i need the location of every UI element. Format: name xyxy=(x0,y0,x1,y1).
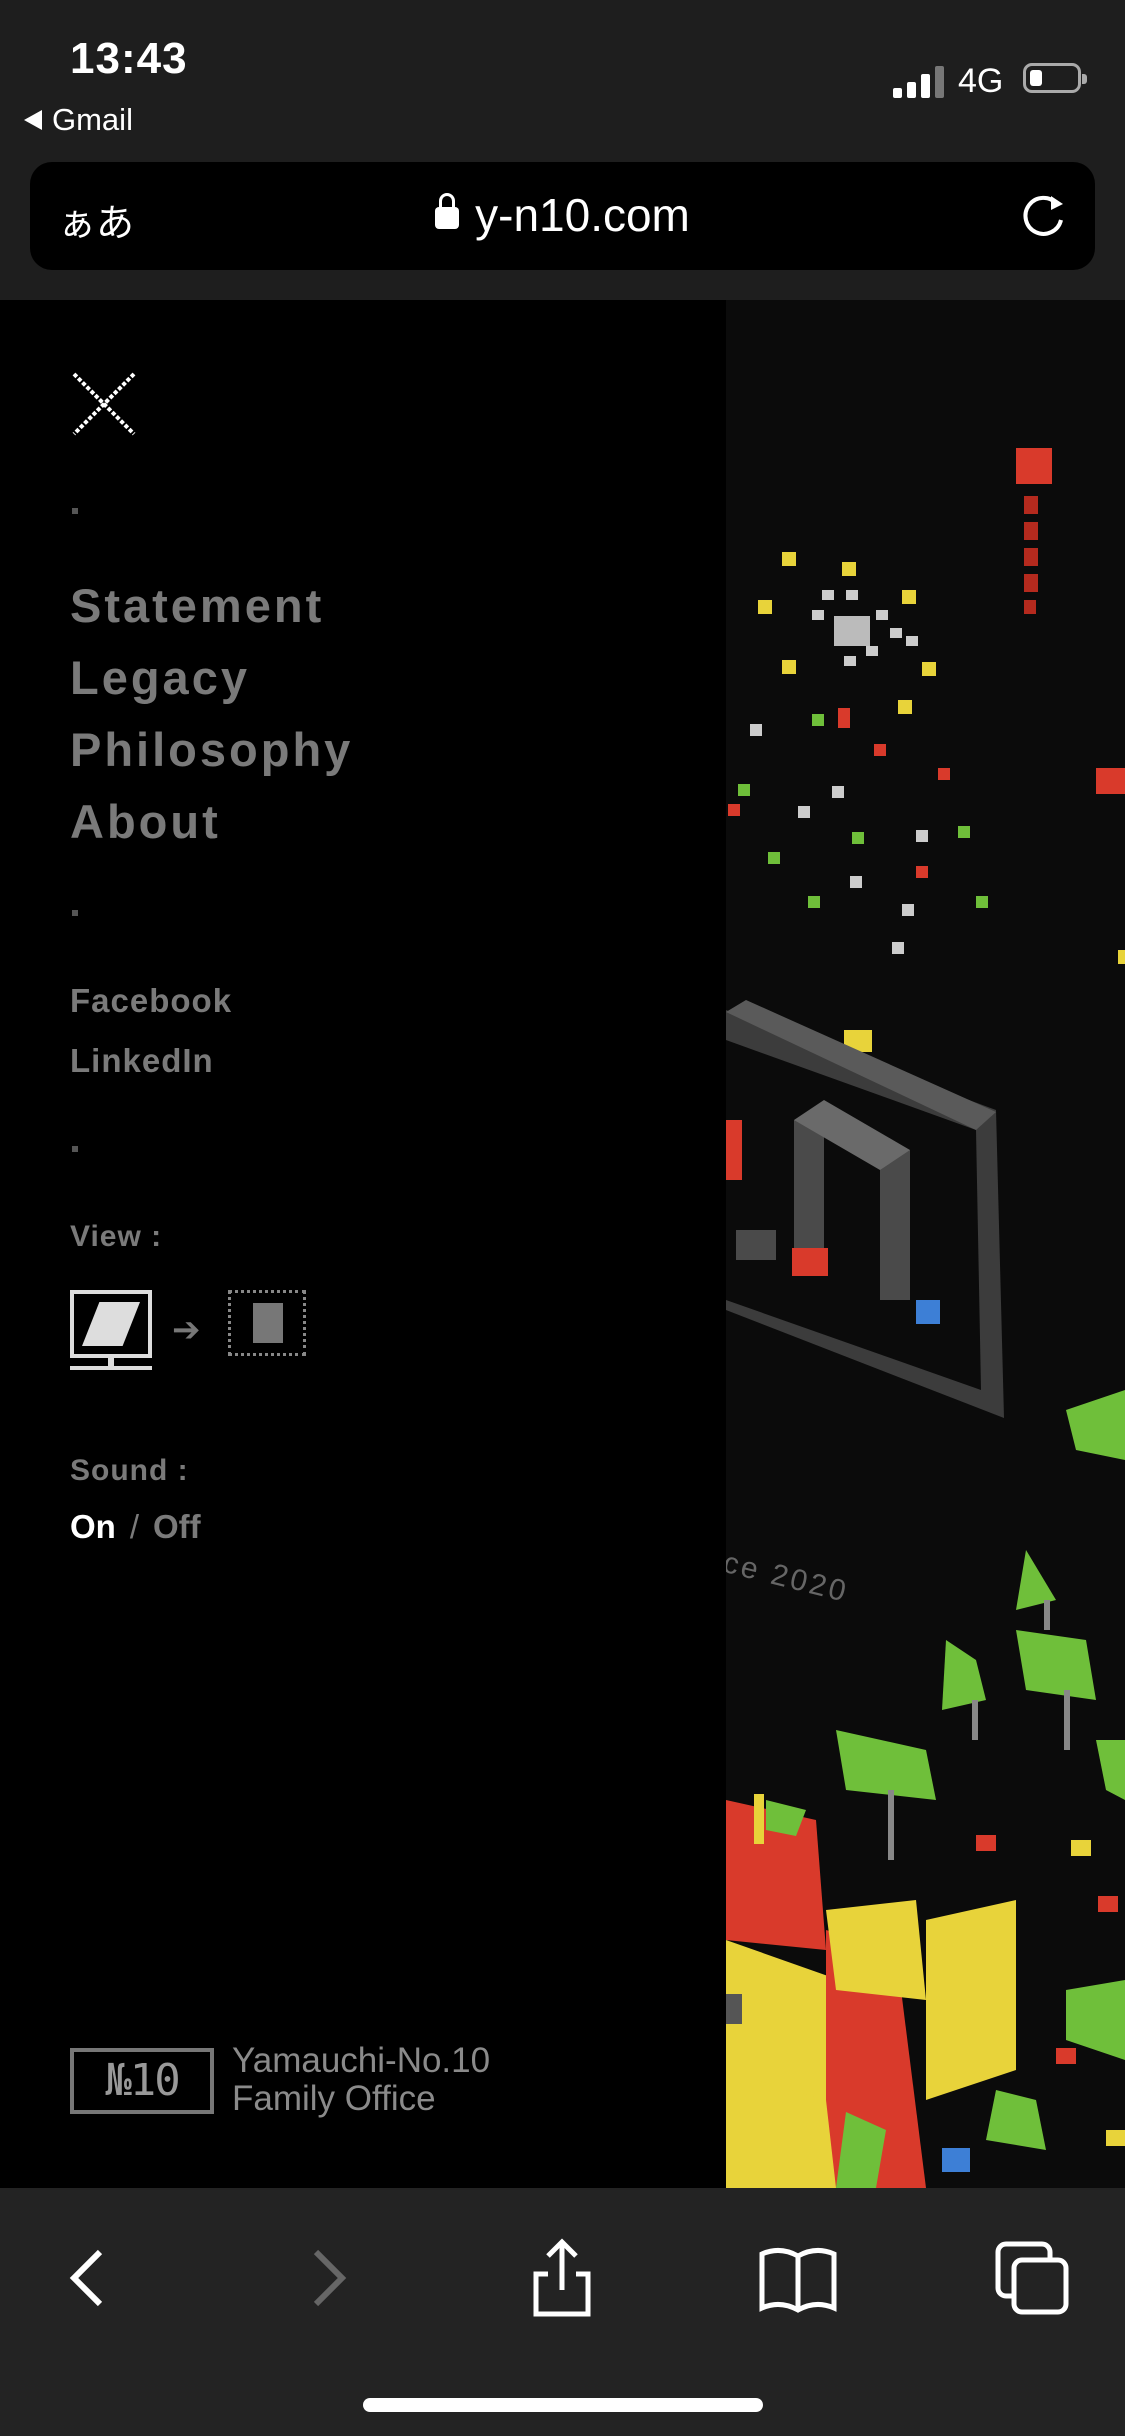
nav-statement[interactable]: Statement xyxy=(70,578,324,633)
url-text: y-n10.com xyxy=(475,189,690,241)
bookmarks-icon[interactable] xyxy=(758,2238,838,2318)
view-mode-toggle[interactable]: ➔ xyxy=(70,1290,330,1390)
nav-about[interactable]: About xyxy=(70,794,221,849)
sound-separator: / xyxy=(129,1508,139,1545)
url-display[interactable]: y-n10.com xyxy=(30,188,1095,242)
battery-icon xyxy=(1023,63,1087,93)
sound-off-button[interactable]: Off xyxy=(153,1508,201,1545)
close-icon[interactable] xyxy=(70,370,138,438)
sound-toggle: On / Off xyxy=(70,1508,201,1546)
divider-dot xyxy=(72,1146,78,1152)
signal-icon xyxy=(893,64,945,98)
share-icon[interactable] xyxy=(522,2238,602,2318)
voxel-artwork: ce 2020 xyxy=(726,300,1125,2188)
status-bar: 13:43 Gmail 4G ぁあ y-n10.com xyxy=(0,0,1125,300)
back-icon[interactable] xyxy=(48,2238,128,2318)
tabs-icon[interactable] xyxy=(992,2238,1072,2318)
home-indicator[interactable] xyxy=(363,2398,763,2412)
facebook-link[interactable]: Facebook xyxy=(70,982,232,1020)
sound-on-button[interactable]: On xyxy=(70,1508,116,1545)
network-type: 4G xyxy=(958,62,1004,100)
address-bar[interactable]: ぁあ y-n10.com xyxy=(30,162,1095,270)
reload-icon[interactable] xyxy=(1017,190,1069,242)
no10-logo[interactable]: №10 xyxy=(70,2048,214,2114)
linkedin-link[interactable]: LinkedIn xyxy=(70,1042,214,1080)
back-to-app-link[interactable]: Gmail xyxy=(24,102,133,138)
view-label: View : xyxy=(70,1220,163,1253)
nav-legacy[interactable]: Legacy xyxy=(70,650,250,705)
divider-dot xyxy=(72,508,78,514)
org-name-line1: Yamauchi-No.10 xyxy=(232,2041,491,2080)
desktop-view-icon[interactable] xyxy=(70,1290,152,1358)
sound-label: Sound : xyxy=(70,1454,189,1487)
voxel-scene xyxy=(726,448,1125,2188)
forward-icon[interactable] xyxy=(288,2238,368,2318)
back-app-label: Gmail xyxy=(52,102,133,137)
organization-name: Yamauchi-No.10 Family Office xyxy=(232,2042,490,2118)
back-triangle-icon xyxy=(24,110,42,130)
arrow-right-icon: ➔ xyxy=(172,1311,201,1349)
org-name-line2: Family Office xyxy=(232,2079,436,2118)
lock-icon xyxy=(435,193,460,229)
mobile-view-icon[interactable] xyxy=(228,1290,306,1356)
nav-philosophy[interactable]: Philosophy xyxy=(70,722,353,777)
site-menu-panel: Statement Legacy Philosophy About Facebo… xyxy=(0,300,726,2188)
status-time: 13:43 xyxy=(70,34,188,83)
divider-dot xyxy=(72,910,78,916)
